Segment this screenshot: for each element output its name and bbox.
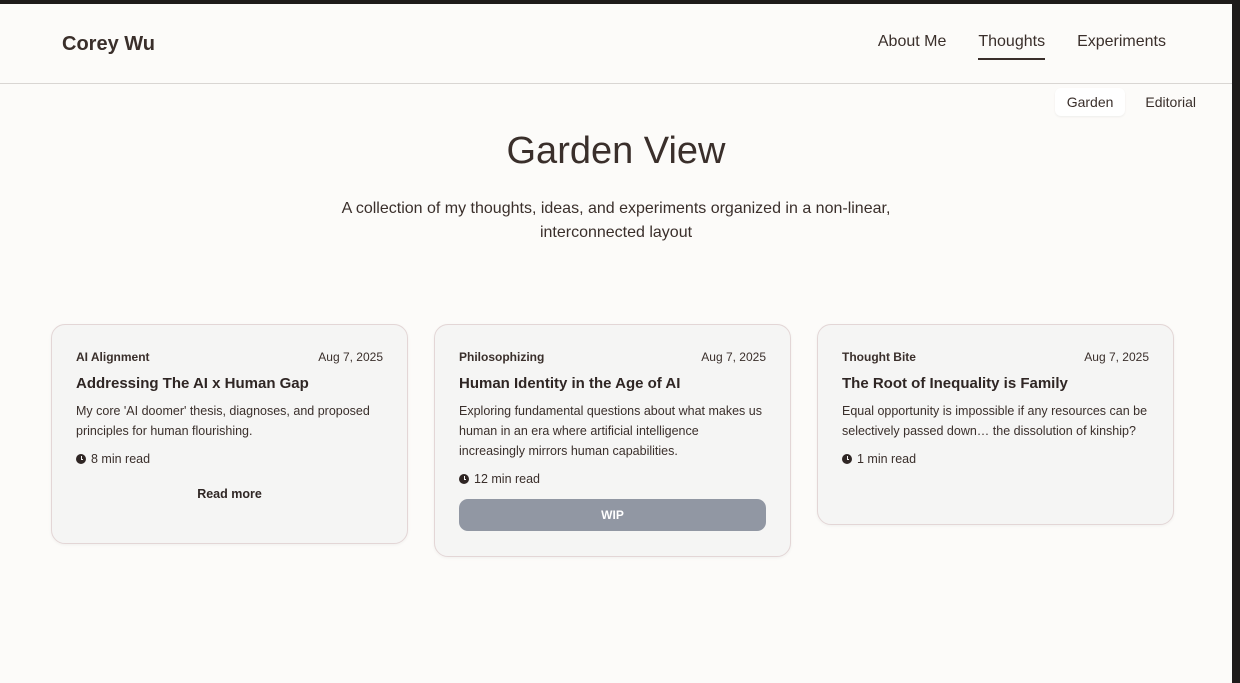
post-card-ai-alignment[interactable]: AI Alignment Aug 7, 2025 Addressing The … <box>51 324 408 544</box>
nav-item-experiments[interactable]: Experiments <box>1077 32 1166 60</box>
card-date: Aug 7, 2025 <box>1084 350 1149 364</box>
card-category: Thought Bite <box>842 350 916 364</box>
card-title[interactable]: Addressing The AI x Human Gap <box>76 374 383 394</box>
page-subtitle: A collection of my thoughts, ideas, and … <box>341 200 891 241</box>
clock-icon <box>459 474 469 484</box>
page-title: Garden View <box>506 130 726 172</box>
wip-button: WIP <box>459 499 766 531</box>
nav-item-thoughts[interactable]: Thoughts <box>978 32 1046 60</box>
editorial-view-button[interactable]: Editorial <box>1133 88 1208 116</box>
site-brand[interactable]: Corey Wu <box>62 33 155 56</box>
card-read-time: 8 min read <box>76 451 383 467</box>
card-title[interactable]: The Root of Inequality is Family <box>842 374 1149 394</box>
card-meta: Philosophizing Aug 7, 2025 <box>459 349 766 365</box>
card-description: Exploring fundamental questions about wh… <box>459 404 762 458</box>
card-meta: Thought Bite Aug 7, 2025 <box>842 349 1149 365</box>
card-category: AI Alignment <box>76 350 150 364</box>
card-read-time: 1 min read <box>842 451 1149 467</box>
read-time-label: 8 min read <box>91 452 151 466</box>
garden-view-button[interactable]: Garden <box>1054 88 1126 116</box>
window-frame-right <box>1232 0 1240 683</box>
read-time-label: 12 min read <box>474 472 541 486</box>
card-meta: AI Alignment Aug 7, 2025 <box>76 349 383 365</box>
main-nav: About Me Thoughts Experiments <box>878 32 1166 60</box>
view-toggle: Garden Editorial <box>1054 88 1208 116</box>
card-date: Aug 7, 2025 <box>701 350 766 364</box>
post-card-thought-bite[interactable]: Thought Bite Aug 7, 2025 The Root of Ine… <box>817 324 1174 525</box>
card-description: My core 'AI doomer' thesis, diagnoses, a… <box>76 404 370 438</box>
post-card-philosophizing[interactable]: Philosophizing Aug 7, 2025 Human Identit… <box>434 324 791 557</box>
card-category: Philosophizing <box>459 350 545 364</box>
read-time-label: 1 min read <box>857 452 917 466</box>
nav-item-about-me[interactable]: About Me <box>878 32 946 60</box>
clock-icon <box>76 454 86 464</box>
read-more-button[interactable]: Read more <box>76 487 383 501</box>
card-title[interactable]: Human Identity in the Age of AI <box>459 374 766 394</box>
clock-icon <box>842 454 852 464</box>
site-header: Corey Wu About Me Thoughts Experiments <box>0 4 1232 84</box>
card-read-time: 12 min read <box>459 471 766 487</box>
card-date: Aug 7, 2025 <box>318 350 383 364</box>
card-description: Equal opportunity is impossible if any r… <box>842 404 1148 438</box>
